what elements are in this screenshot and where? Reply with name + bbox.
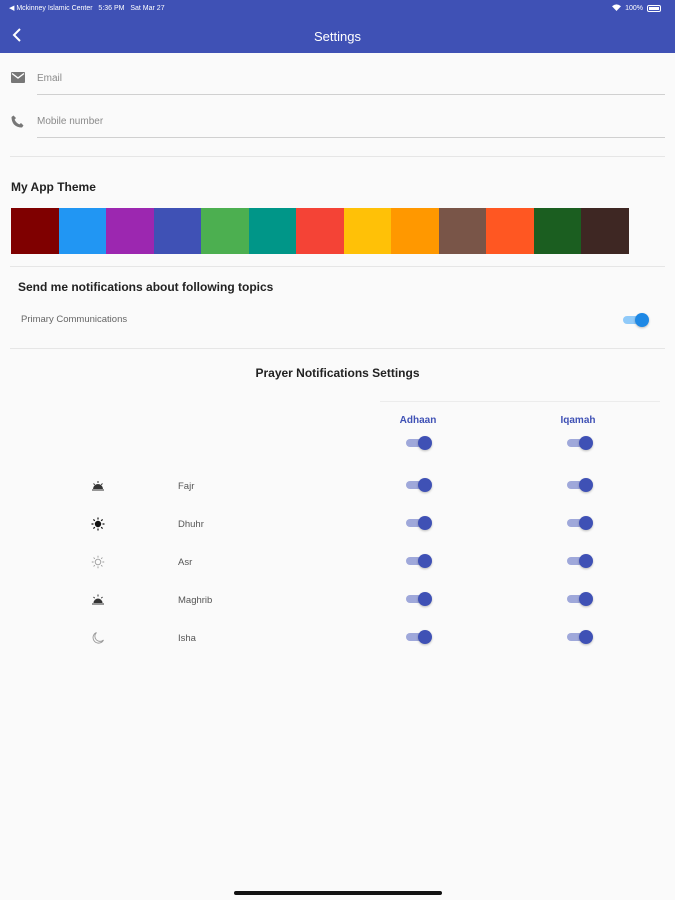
column-header-iqamah: Iqamah [560, 415, 596, 426]
status-back-to-app[interactable]: ◀ Mckinney Islamic Center 5:36 PM Sat Ma… [9, 4, 165, 12]
status-back-app-label: ◀ Mckinney Islamic Center [9, 5, 93, 12]
moon-icon [91, 631, 105, 645]
status-time: 5:36 PM [98, 5, 125, 12]
toggle-maghrib-adhaan[interactable] [406, 592, 432, 606]
prayer-name-dhuhr: Dhuhr [178, 519, 204, 530]
toggle-knob [579, 478, 593, 492]
prayer-name-asr: Asr [178, 557, 193, 568]
prayer-settings-title: Prayer Notifications Settings [255, 366, 420, 380]
divider [10, 156, 665, 157]
toggle-dhuhr-adhaan[interactable] [406, 516, 432, 530]
theme-swatch-6[interactable] [248, 208, 296, 254]
sun-icon [91, 517, 105, 531]
sun-outline-icon [91, 555, 105, 569]
divider [10, 266, 665, 267]
status-right: 100% [612, 4, 661, 13]
theme-section-title: My App Theme [11, 180, 96, 194]
sunset-icon [91, 593, 105, 607]
theme-swatch-12[interactable] [533, 208, 581, 254]
mobile-placeholder: Mobile number [37, 116, 104, 127]
toggle-knob [579, 592, 593, 606]
wifi-icon [612, 4, 622, 13]
toggle-knob [635, 313, 649, 327]
theme-swatch-11[interactable] [486, 208, 534, 254]
theme-swatch-2[interactable] [58, 208, 106, 254]
divider [10, 348, 665, 349]
home-indicator[interactable] [234, 891, 442, 895]
battery-icon [647, 5, 661, 12]
toggle-knob [418, 436, 432, 450]
toggle-knob [418, 630, 432, 644]
toggle-knob [418, 516, 432, 530]
toggle-primary-communications[interactable] [623, 313, 649, 327]
toggle-isha-adhaan[interactable] [406, 630, 432, 644]
prayer-name-fajr: Fajr [178, 481, 195, 492]
mobile-underline [37, 137, 665, 138]
toggle-knob [579, 516, 593, 530]
theme-swatch-8[interactable] [343, 208, 391, 254]
theme-color-swatches [11, 208, 629, 254]
battery-percent: 100% [625, 5, 643, 12]
theme-swatch-13[interactable] [581, 208, 629, 254]
header-divider [380, 401, 660, 402]
page-title: Settings [314, 29, 361, 44]
toggle-knob [579, 630, 593, 644]
theme-swatch-7[interactable] [296, 208, 344, 254]
prayer-name-isha: Isha [178, 633, 196, 644]
app-bar: ◀ Mckinney Islamic Center 5:36 PM Sat Ma… [0, 0, 675, 53]
sunrise-icon [91, 479, 105, 493]
theme-swatch-3[interactable] [106, 208, 154, 254]
toggle-knob [579, 436, 593, 450]
prayer-name-maghrib: Maghrib [178, 595, 213, 606]
theme-swatch-10[interactable] [438, 208, 486, 254]
toggle-dhuhr-iqamah[interactable] [567, 516, 593, 530]
toggle-fajr-adhaan[interactable] [406, 478, 432, 492]
toggle-knob [418, 554, 432, 568]
theme-swatch-9[interactable] [391, 208, 439, 254]
status-date: Sat Mar 27 [130, 5, 165, 12]
toggle-isha-iqamah[interactable] [567, 630, 593, 644]
theme-swatch-4[interactable] [153, 208, 201, 254]
mobile-number-field[interactable]: Mobile number [0, 115, 675, 155]
theme-swatch-5[interactable] [201, 208, 249, 254]
toggle-all-adhaan[interactable] [406, 436, 432, 450]
email-placeholder: Email [37, 73, 63, 84]
column-header-adhaan: Adhaan [399, 415, 437, 426]
notifications-section-title: Send me notifications about following to… [18, 280, 274, 294]
email-underline [37, 94, 665, 95]
toggle-knob [418, 592, 432, 606]
toggle-maghrib-iqamah[interactable] [567, 592, 593, 606]
toggle-asr-iqamah[interactable] [567, 554, 593, 568]
topic-label-primary-communications: Primary Communications [21, 314, 128, 325]
toggle-all-iqamah[interactable] [567, 436, 593, 450]
toggle-asr-adhaan[interactable] [406, 554, 432, 568]
toggle-fajr-iqamah[interactable] [567, 478, 593, 492]
toggle-knob [418, 478, 432, 492]
email-field[interactable]: Email [0, 72, 675, 112]
toggle-knob [579, 554, 593, 568]
theme-swatch-1[interactable] [11, 208, 59, 254]
mail-icon [11, 72, 27, 88]
phone-icon [11, 115, 27, 131]
status-bar: ◀ Mckinney Islamic Center 5:36 PM Sat Ma… [0, 0, 675, 16]
